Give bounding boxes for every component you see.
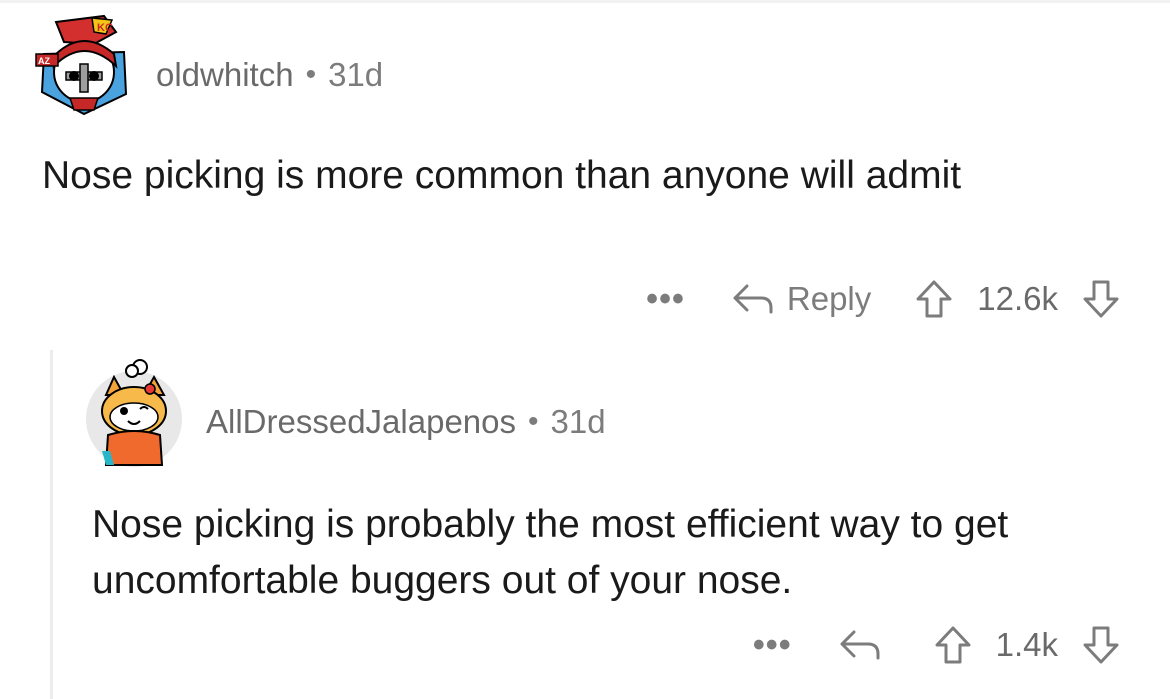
reply-arrow-icon xyxy=(840,630,880,660)
svg-text:AZ: AZ xyxy=(38,56,50,66)
meta-separator: • xyxy=(305,58,317,91)
user-avatar[interactable] xyxy=(84,355,184,470)
vote-controls: 1.4k xyxy=(934,625,1120,665)
reply-button[interactable]: Reply xyxy=(731,280,871,318)
upvote-arrow-icon[interactable] xyxy=(934,625,972,665)
thread-line[interactable] xyxy=(50,350,53,699)
comment-meta: AllDressedJalapenos • 31d xyxy=(206,403,606,441)
vote-controls: 12.6k xyxy=(915,279,1120,319)
vote-score: 1.4k xyxy=(995,626,1058,663)
comment-body: Nose picking is more common than anyone … xyxy=(42,154,962,197)
svg-text:KC: KC xyxy=(97,22,113,34)
username[interactable]: oldwhitch xyxy=(156,56,294,94)
more-options-button[interactable]: ••• xyxy=(753,626,792,665)
comment-age: 31d xyxy=(550,403,606,440)
upvote-arrow-icon[interactable] xyxy=(915,279,953,319)
comment-meta: oldwhitch • 31d xyxy=(156,56,383,94)
reply-button[interactable] xyxy=(838,628,894,662)
vote-score: 12.6k xyxy=(977,280,1058,317)
comment-body: Nose picking is probably the most effici… xyxy=(92,503,1009,602)
top-divider xyxy=(0,0,1170,3)
reply-arrow-icon xyxy=(733,284,773,314)
username[interactable]: AllDressedJalapenos xyxy=(206,403,516,441)
comment-age: 31d xyxy=(328,56,384,93)
more-options-button[interactable]: ••• xyxy=(646,280,685,319)
downvote-arrow-icon[interactable] xyxy=(1082,279,1120,319)
meta-separator: • xyxy=(528,405,539,438)
avatar-snoo-dog-icon xyxy=(86,359,182,467)
reply-label: Reply xyxy=(786,280,872,317)
comment-actions: ••• 1.4k xyxy=(753,620,1120,670)
avatar-snoo-football-icon: KC AZ xyxy=(35,14,128,116)
user-avatar[interactable]: KC AZ xyxy=(34,14,134,124)
downvote-arrow-icon[interactable] xyxy=(1082,625,1120,665)
comment-actions: ••• Reply 12.6k xyxy=(646,274,1120,324)
